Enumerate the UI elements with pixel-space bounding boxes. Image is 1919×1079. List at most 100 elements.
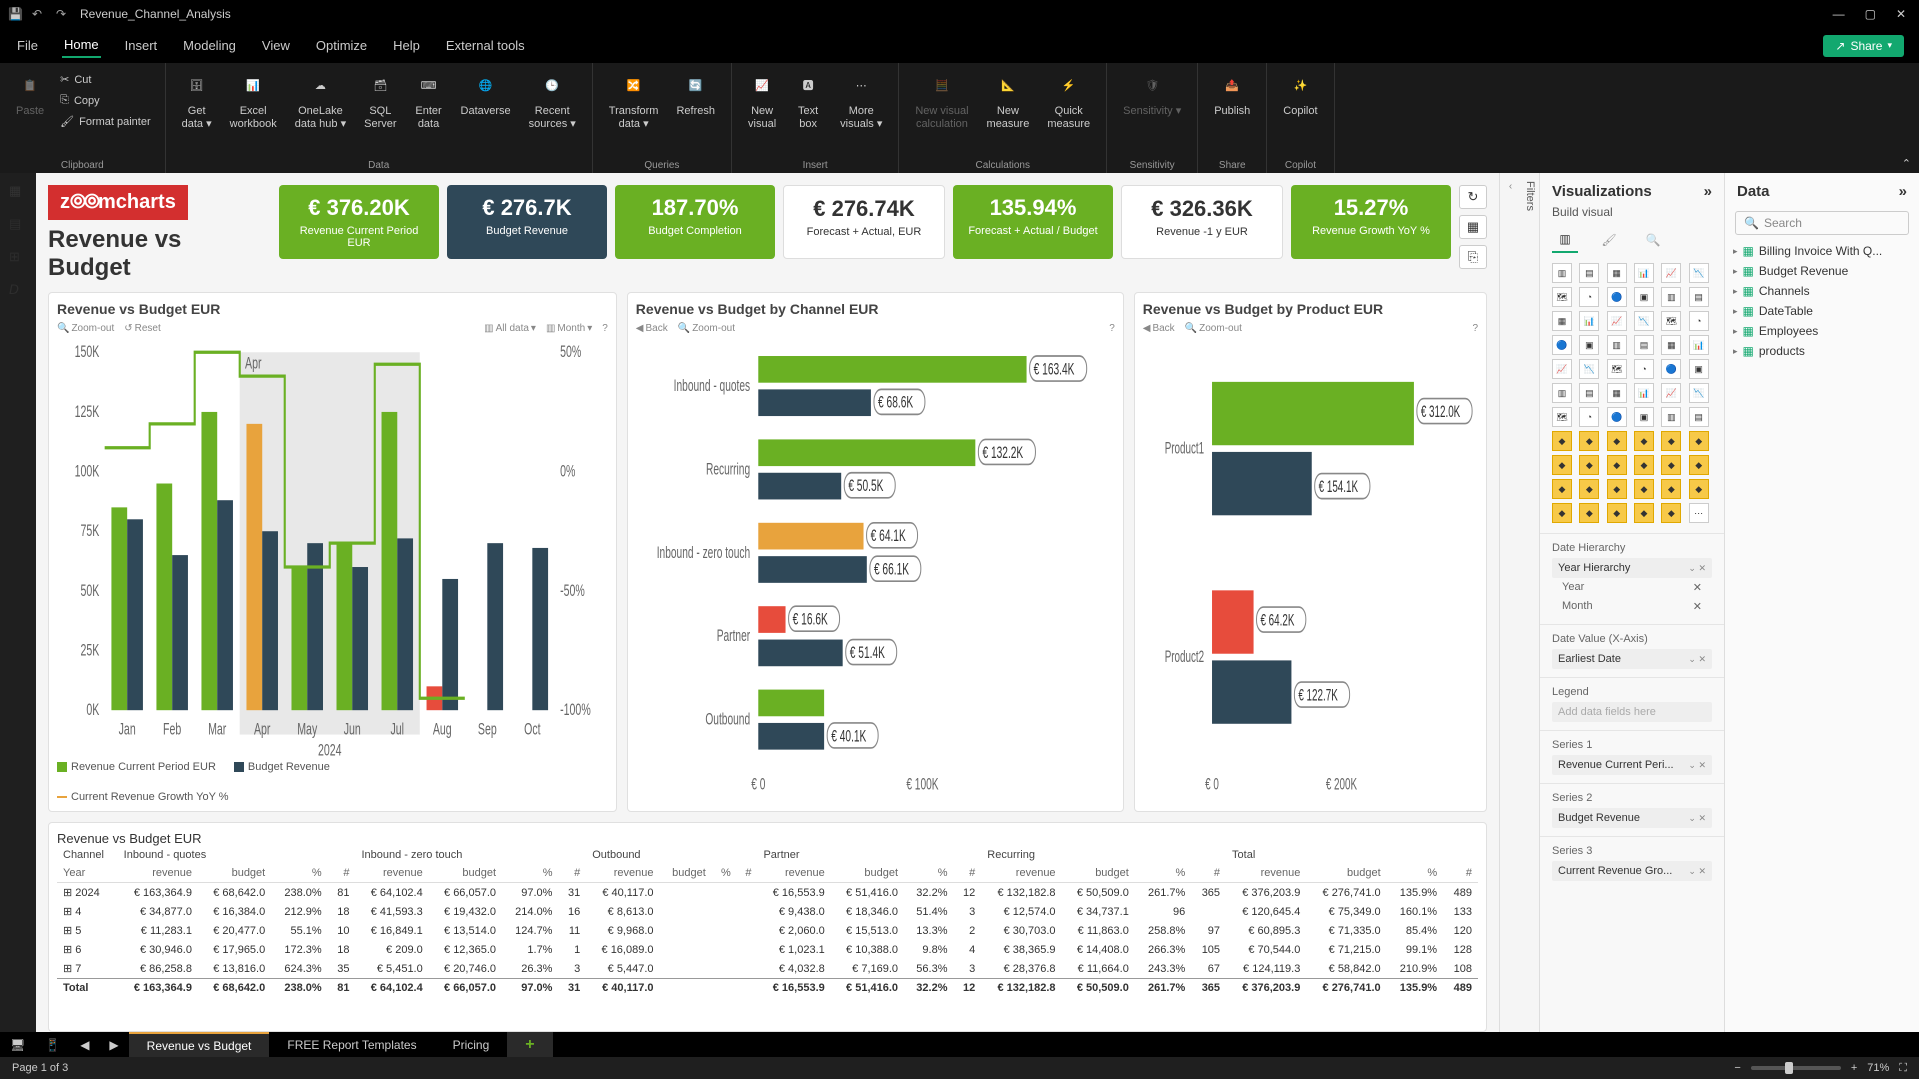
custom-viz-icon[interactable]: ◆ (1689, 455, 1709, 475)
ribbon-excel-workbook[interactable]: 📊Excel workbook (222, 67, 285, 137)
custom-viz-icon[interactable]: ◆ (1552, 503, 1572, 523)
viz-type-icon[interactable]: ◔ (1689, 311, 1709, 331)
zoom-out-icon[interactable]: − (1734, 1062, 1740, 1074)
viz-type-icon[interactable]: 📈 (1661, 383, 1681, 403)
minimize-icon[interactable]: ― (1833, 7, 1845, 21)
custom-viz-icon[interactable]: ◆ (1689, 431, 1709, 451)
ribbon-transform-data[interactable]: 🔀Transform data ▾ (601, 67, 667, 137)
menu-view[interactable]: View (260, 34, 292, 57)
custom-viz-icon[interactable]: ◆ (1689, 479, 1709, 499)
viz-type-icon[interactable]: 🗺 (1607, 359, 1627, 379)
ribbon-get-data[interactable]: 🗄Get data ▾ (174, 67, 220, 137)
reset-button[interactable]: ↺ Reset (124, 323, 161, 334)
field-earliest-date[interactable]: Earliest Date⌄ ✕ (1552, 649, 1712, 669)
field-year-hierarchy[interactable]: Year Hierarchy⌄ ✕ (1552, 558, 1712, 578)
menu-home[interactable]: Home (62, 33, 101, 58)
custom-viz-icon[interactable]: ◆ (1552, 479, 1572, 499)
custom-viz-icon[interactable]: ◆ (1607, 455, 1627, 475)
chart-help-icon[interactable]: ? (1472, 323, 1478, 334)
back-button[interactable]: ◀ Back (636, 323, 668, 334)
menu-optimize[interactable]: Optimize (314, 34, 369, 57)
fit-page-icon[interactable]: ⛶ (1899, 1062, 1907, 1075)
dax-view-icon[interactable]: 𝘋 (9, 282, 27, 300)
ribbon-new-visual[interactable]: 📈New visual (740, 67, 784, 137)
field-series-2[interactable]: Budget Revenue⌄ ✕ (1552, 808, 1712, 828)
tab-pricing[interactable]: Pricing (435, 1032, 508, 1057)
ribbon-dataverse[interactable]: 🌐Dataverse (453, 67, 519, 124)
viz-type-icon[interactable]: 📈 (1661, 263, 1681, 283)
table-view-icon[interactable]: ▤ (9, 216, 27, 234)
ribbon-collapse-icon[interactable]: ⌃ (1902, 157, 1911, 170)
viz-type-icon[interactable]: 📉 (1689, 263, 1709, 283)
viz-type-icon[interactable]: ▣ (1634, 287, 1654, 307)
ribbon-onelake-datahub[interactable]: ☁OneLake data hub ▾ (287, 67, 354, 137)
cut-button[interactable]: ✂Cut (58, 71, 153, 88)
viz-type-icon[interactable]: ◔ (1579, 287, 1599, 307)
more-viz-icon[interactable]: ⋯ (1689, 503, 1709, 523)
viz-type-icon[interactable]: 📈 (1552, 359, 1572, 379)
mobile-layout-icon[interactable]: 📱 (35, 1038, 70, 1052)
panel-collapse-icon[interactable]: » (1899, 183, 1907, 200)
kpi-card[interactable]: € 276.74KForecast + Actual, EUR (783, 185, 945, 259)
viz-type-icon[interactable]: ▥ (1552, 383, 1572, 403)
kpi-card[interactable]: € 376.20KRevenue Current Period EUR (279, 185, 439, 259)
tab-free-templates[interactable]: FREE Report Templates (269, 1032, 434, 1057)
viz-type-icon[interactable]: 📈 (1607, 311, 1627, 331)
refresh-icon[interactable]: ↻ (1459, 185, 1487, 209)
desktop-layout-icon[interactable]: 🖥 (0, 1038, 35, 1052)
custom-viz-icon[interactable]: ◆ (1634, 479, 1654, 499)
custom-viz-icon[interactable]: ◆ (1607, 431, 1627, 451)
ribbon-copilot[interactable]: ✨Copilot (1275, 67, 1325, 124)
custom-viz-icon[interactable]: ◆ (1579, 479, 1599, 499)
maximize-icon[interactable]: ▢ (1865, 7, 1876, 21)
viz-type-icon[interactable]: ▦ (1607, 383, 1627, 403)
viz-type-icon[interactable]: 🔵 (1661, 359, 1681, 379)
custom-viz-icon[interactable]: ◆ (1579, 455, 1599, 475)
filters-label[interactable]: Filters (1524, 181, 1536, 211)
viz-type-icon[interactable]: ▥ (1607, 335, 1627, 355)
ribbon-refresh[interactable]: 🔄Refresh (668, 67, 723, 124)
zoom-out-button[interactable]: 🔍 Zoom-out (57, 323, 114, 334)
custom-viz-icon[interactable]: ◆ (1579, 503, 1599, 523)
ribbon-sql-server[interactable]: 🗃SQL Server (356, 67, 404, 137)
chart-product[interactable]: Revenue vs Budget by Product EUR ◀ Back … (1134, 292, 1487, 812)
custom-viz-icon[interactable]: ◆ (1552, 431, 1572, 451)
tab-revenue-vs-budget[interactable]: Revenue vs Budget (129, 1032, 270, 1057)
menu-external-tools[interactable]: External tools (444, 34, 527, 57)
viz-type-icon[interactable]: ▦ (1552, 311, 1572, 331)
analytics-tab[interactable]: 🔍 (1640, 227, 1666, 253)
viz-type-icon[interactable]: 📊 (1689, 335, 1709, 355)
viz-type-icon[interactable]: ▦ (1661, 335, 1681, 355)
table-item[interactable]: ▸▦products (1733, 341, 1911, 361)
ribbon-quick-measure[interactable]: ⚡Quick measure (1039, 67, 1098, 137)
kpi-card[interactable]: 187.70%Budget Completion (615, 185, 775, 259)
viz-type-icon[interactable]: ▤ (1689, 407, 1709, 427)
ribbon-recent-sources[interactable]: 🕒Recent sources ▾ (521, 67, 584, 137)
menu-file[interactable]: File (15, 34, 40, 57)
custom-viz-icon[interactable]: ◆ (1634, 431, 1654, 451)
table-item[interactable]: ▸▦Billing Invoice With Q... (1733, 241, 1911, 261)
format-visual-tab[interactable]: 🖌 (1596, 227, 1622, 253)
viz-type-icon[interactable]: 🗺 (1552, 287, 1572, 307)
all-data-dropdown[interactable]: ▥ All data ▾ (484, 323, 536, 334)
chart-help-icon[interactable]: ? (1109, 323, 1115, 334)
prev-page-icon[interactable]: ◀ (70, 1038, 99, 1052)
custom-viz-icon[interactable]: ◆ (1634, 455, 1654, 475)
menu-help[interactable]: Help (391, 34, 422, 57)
viz-type-icon[interactable]: 🔵 (1607, 407, 1627, 427)
ribbon-new-measure[interactable]: 📐New measure (979, 67, 1038, 137)
viz-type-icon[interactable]: 🔵 (1552, 335, 1572, 355)
custom-viz-icon[interactable]: ◆ (1607, 503, 1627, 523)
viz-type-icon[interactable]: 📊 (1634, 263, 1654, 283)
custom-viz-icon[interactable]: ◆ (1607, 479, 1627, 499)
viz-type-icon[interactable]: 🔵 (1607, 287, 1627, 307)
copy-report-icon[interactable]: ⎘ (1459, 245, 1487, 269)
viz-type-icon[interactable]: ◔ (1579, 407, 1599, 427)
table-item[interactable]: ▸▦Channels (1733, 281, 1911, 301)
viz-type-icon[interactable]: ▦ (1607, 263, 1627, 283)
copy-button[interactable]: ⎘Copy (58, 92, 153, 109)
kpi-card[interactable]: 135.94%Forecast + Actual / Budget (953, 185, 1113, 259)
viz-type-icon[interactable]: ▣ (1634, 407, 1654, 427)
search-input[interactable]: 🔍Search (1735, 211, 1909, 235)
custom-viz-icon[interactable]: ◆ (1661, 479, 1681, 499)
